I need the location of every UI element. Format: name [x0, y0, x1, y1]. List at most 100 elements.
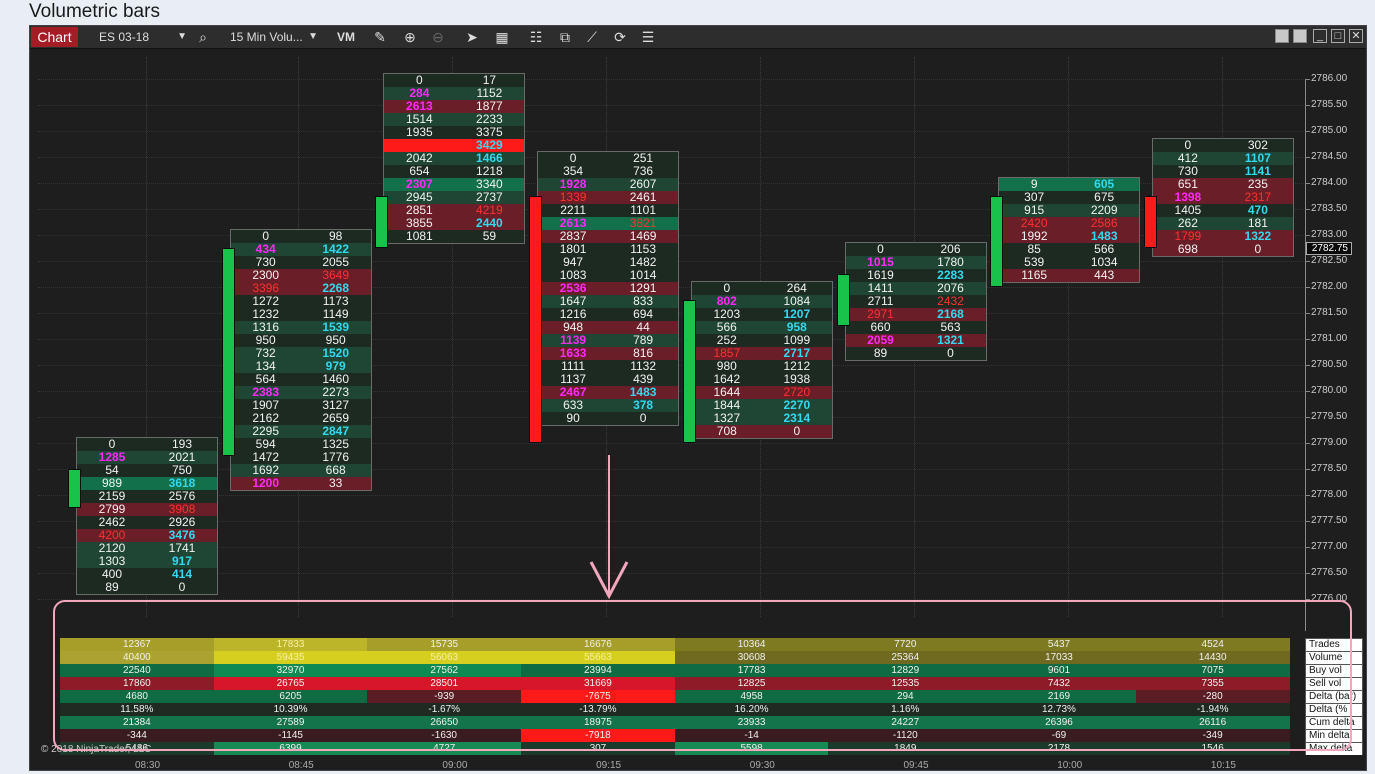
- candle-body-up: [682, 300, 696, 443]
- volumetric-row: 0 193: [77, 438, 217, 451]
- chart-toolbar: Chart ES 03-18 ▼ ⌕ 15 Min Volu... ▼ VM ✎…: [30, 26, 1366, 49]
- volumetric-row: 90 0: [538, 412, 679, 425]
- volumetric-bar[interactable]: 0 264 802 1084 1203 1207 566 958 252 1099 1857 2717…: [690, 281, 833, 439]
- volumetric-bar[interactable]: 0 193 1285 2021 54 750 989 3618 2159 2576 2799 3908…: [76, 437, 218, 595]
- volumetric-row: 1619 2283: [845, 269, 986, 282]
- volumetric-row: 85 566: [999, 243, 1140, 256]
- price-axis-line: [1305, 79, 1306, 631]
- bid-volume-cell: 1081: [406, 229, 433, 243]
- annotation-highlight-box: [53, 600, 1352, 751]
- price-axis-label: 2781.00: [1311, 333, 1348, 344]
- tile-icon[interactable]: [1275, 29, 1289, 43]
- volumetric-bar[interactable]: 0 98 434 1422 730 2055 2300 3649 3396 2268 1272 117…: [229, 229, 372, 491]
- page-title: Volumetric bars: [29, 1, 160, 22]
- volumetric-row: 400 414: [77, 568, 217, 581]
- time-axis-label: 09:15: [596, 760, 622, 771]
- volumetric-row: 732 1520: [230, 347, 371, 360]
- time-axis-label: 08:30: [135, 760, 161, 771]
- price-tick: [1305, 183, 1310, 184]
- refresh-icon[interactable]: ⟳: [610, 28, 630, 46]
- volumetric-row: 2971 2168: [845, 308, 986, 321]
- layers-icon[interactable]: ⧉: [555, 28, 575, 46]
- pointer-icon[interactable]: ➤: [462, 28, 482, 46]
- volumetric-row: 134 979: [230, 360, 371, 373]
- search-icon[interactable]: ⌕: [193, 28, 213, 46]
- bar-spacing-icon[interactable]: ☷: [526, 28, 546, 46]
- instrument-selector[interactable]: ES 03-18 ▼: [95, 28, 190, 46]
- volumetric-row: 412 1107: [1152, 152, 1293, 165]
- candle-body-up: [68, 469, 81, 508]
- vm-button[interactable]: VM: [337, 28, 355, 46]
- price-axis-label: 2783.00: [1311, 229, 1348, 240]
- price-tick: [1305, 235, 1310, 236]
- volumetric-bar[interactable]: 0 251 354 736 1928 2607 1339 2461 2211 1101 2613 38…: [537, 151, 680, 426]
- volumetric-row: 0 264: [691, 282, 832, 295]
- price-axis-label: 2783.50: [1311, 203, 1348, 214]
- instrument-value: ES 03-18: [99, 30, 150, 44]
- price-axis-label: 2784.50: [1311, 151, 1348, 162]
- chart-tab-button[interactable]: Chart: [31, 27, 78, 47]
- price-axis-label: 2777.50: [1311, 515, 1348, 526]
- price-axis-label: 2782.00: [1311, 281, 1348, 292]
- grid-line-horizontal: [38, 79, 1304, 80]
- bid-volume-cell: 89: [873, 346, 888, 360]
- volumetric-row: 1398 2317: [1152, 191, 1293, 204]
- ask-volume-cell: 33: [329, 476, 343, 490]
- zoom-out-icon[interactable]: ⊖: [428, 28, 448, 46]
- volumetric-row: 0 302: [1152, 139, 1293, 152]
- data-box-icon[interactable]: ▦: [492, 28, 512, 46]
- bid-volume-cell: 1935: [406, 125, 433, 139]
- grid-line-horizontal: [38, 105, 1304, 106]
- volumetric-row: 2295 2847: [230, 425, 371, 438]
- close-icon[interactable]: ✕: [1349, 29, 1363, 43]
- price-tick: [1305, 443, 1310, 444]
- price-tick: [1305, 495, 1310, 496]
- tile-icon[interactable]: [1293, 29, 1307, 43]
- interval-selector[interactable]: 15 Min Volu... ▼: [226, 28, 321, 46]
- candle-body-down: [529, 196, 543, 443]
- candle-body-up: [990, 196, 1004, 287]
- indicators-icon[interactable]: ⟋: [582, 28, 602, 46]
- zoom-in-icon[interactable]: ⊕: [400, 28, 420, 46]
- grid-line-horizontal: [38, 131, 1304, 132]
- grid-line-horizontal: [38, 495, 1304, 496]
- volumetric-row: 633 378: [538, 399, 679, 412]
- bid-volume-cell: 708: [716, 424, 737, 438]
- volumetric-row: 2042 1466: [384, 152, 525, 165]
- price-tick: [1305, 79, 1310, 80]
- annotation-arrow-head: [589, 561, 629, 600]
- volumetric-row: 1165 443: [999, 269, 1140, 282]
- interval-value: 15 Min Volu...: [230, 30, 303, 44]
- price-axis-label: 2785.50: [1311, 99, 1348, 110]
- pencil-icon[interactable]: ✎: [370, 28, 390, 46]
- candle-body-down: [1143, 196, 1157, 248]
- volumetric-bar[interactable]: 0 17 284 1152 2613 1877 1514 2233 1935 3375 3429 20…: [383, 73, 526, 244]
- minimize-icon[interactable]: _: [1313, 29, 1327, 43]
- price-tick: [1305, 339, 1310, 340]
- maximize-icon[interactable]: □: [1331, 29, 1345, 43]
- bid-volume-cell: 1200: [252, 476, 280, 490]
- grid-line-horizontal: [38, 521, 1304, 522]
- volumetric-bar[interactable]: 0 302 412 1107 730 1141 651 235 1398 2317 1405 470 2…: [1151, 138, 1294, 257]
- volumetric-bar[interactable]: 0 206 1015 1780 1619 2283 1411 2076 2711 2432 2971…: [844, 242, 987, 361]
- grid-line-horizontal: [38, 573, 1304, 574]
- volumetric-row: 1633 816: [538, 347, 679, 360]
- price-axis-label: 2778.50: [1311, 463, 1348, 474]
- price-axis-label: 2780.00: [1311, 385, 1348, 396]
- price-tick: [1305, 573, 1310, 574]
- price-axis-label: 2781.50: [1311, 307, 1348, 318]
- volumetric-bar[interactable]: 9 605 307 675 915 2209 2420 2586 1992 1483 85 566 53…: [998, 177, 1141, 283]
- volumetric-row: 0 98: [230, 230, 371, 243]
- price-tick: [1305, 261, 1310, 262]
- price-axis-label: 2780.50: [1311, 359, 1348, 370]
- properties-icon[interactable]: ☰: [638, 28, 658, 46]
- volumetric-row: 1285 2021: [77, 451, 217, 464]
- volumetric-row: 730 1141: [1152, 165, 1293, 178]
- volumetric-row: 2799 3908: [77, 503, 217, 516]
- time-axis-label: 09:45: [903, 760, 929, 771]
- volumetric-row: 1411 2076: [845, 282, 986, 295]
- price-axis-label: 2777.00: [1311, 541, 1348, 552]
- volumetric-row: 1316 1539: [230, 321, 371, 334]
- price-tick: [1305, 469, 1310, 470]
- price-tick: [1305, 131, 1310, 132]
